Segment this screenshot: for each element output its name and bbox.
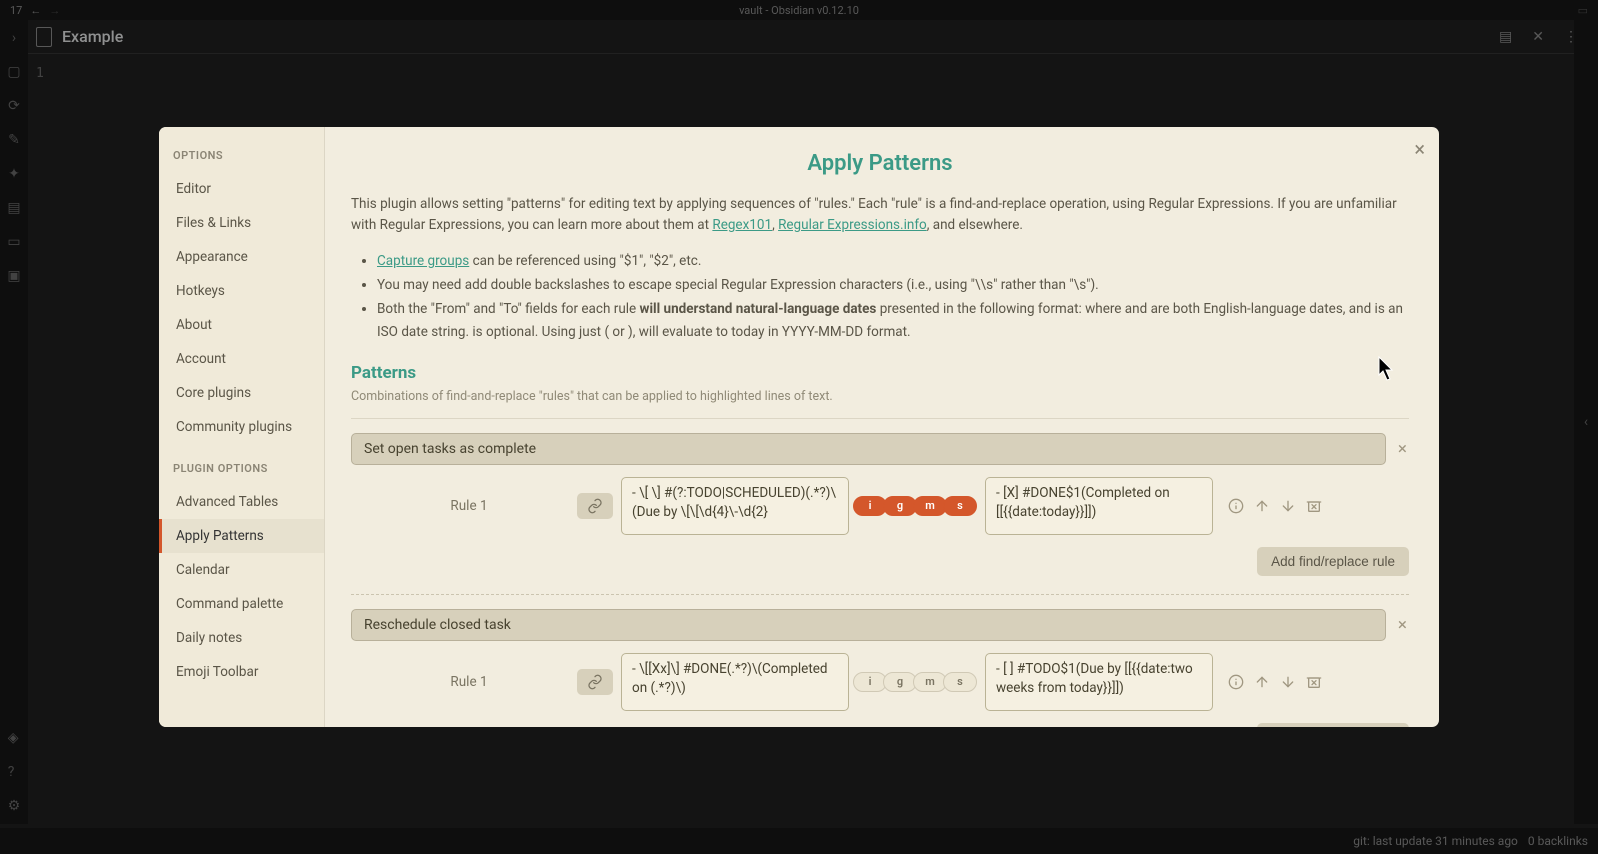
- flag-s[interactable]: s: [943, 496, 977, 516]
- link-icon[interactable]: [577, 493, 613, 519]
- info-item: Capture groups can be referenced using "…: [377, 250, 1409, 272]
- sidebar-item[interactable]: Apply Patterns: [159, 519, 324, 553]
- plugin-title: Apply Patterns: [351, 151, 1409, 176]
- patterns-heading: Patterns: [351, 363, 1409, 383]
- link-regexinfo[interactable]: Regular Expressions.info: [778, 217, 927, 233]
- rule-row: Rule 1 - \[ \] #(?:TODO|SCHEDULED)(.*?)\…: [351, 477, 1409, 535]
- sidebar-item[interactable]: Files & Links: [159, 206, 324, 240]
- sidebar-item[interactable]: Editor: [159, 172, 324, 206]
- rule-from-input[interactable]: - \[[Xx]\] #DONE(.*?)\(Completed on (.*?…: [621, 653, 849, 711]
- intro-text: This plugin allows setting "patterns" fo…: [351, 194, 1409, 236]
- rule-from-input[interactable]: - \[ \] #(?:TODO|SCHEDULED)(.*?)\(Due by…: [621, 477, 849, 535]
- patterns-subtext: Combinations of find-and-replace "rules"…: [351, 389, 1409, 404]
- sidebar-item[interactable]: About: [159, 308, 324, 342]
- flag-i[interactable]: i: [853, 672, 887, 692]
- sidebar-item[interactable]: Daily notes: [159, 621, 324, 655]
- add-rule-button[interactable]: Add find/replace rule: [1257, 547, 1409, 576]
- delete-pattern-icon[interactable]: ×: [1396, 439, 1409, 459]
- pattern-name-input[interactable]: [351, 609, 1386, 641]
- info-icon[interactable]: [1227, 673, 1245, 691]
- flag-m[interactable]: m: [913, 672, 947, 692]
- move-up-icon[interactable]: [1253, 497, 1271, 515]
- regex-flags: igms: [857, 496, 977, 516]
- move-down-icon[interactable]: [1279, 497, 1297, 515]
- regex-flags: igms: [857, 672, 977, 692]
- delete-rule-icon[interactable]: [1305, 673, 1323, 691]
- rule-to-input[interactable]: - [X] #DONE$1(Completed on [[{{date:toda…: [985, 477, 1213, 535]
- flag-i[interactable]: i: [853, 496, 887, 516]
- settings-sidebar: OPTIONS EditorFiles & LinksAppearanceHot…: [159, 127, 325, 727]
- divider: [351, 594, 1409, 595]
- move-up-icon[interactable]: [1253, 673, 1271, 691]
- flag-g[interactable]: g: [883, 496, 917, 516]
- sidebar-heading-options: OPTIONS: [159, 149, 324, 172]
- sidebar-item[interactable]: Community plugins: [159, 410, 324, 444]
- pattern-name-input[interactable]: [351, 433, 1386, 465]
- sidebar-item[interactable]: Command palette: [159, 587, 324, 621]
- rule-label: Rule 1: [369, 498, 569, 514]
- sidebar-item[interactable]: Appearance: [159, 240, 324, 274]
- info-icon[interactable]: [1227, 497, 1245, 515]
- link-icon[interactable]: [577, 669, 613, 695]
- link-capture-groups[interactable]: Capture groups: [377, 253, 469, 269]
- settings-content: Apply Patterns This plugin allows settin…: [325, 127, 1439, 727]
- rule-to-input[interactable]: - [ ] #TODO$1(Due by [[{{date:two weeks …: [985, 653, 1213, 711]
- sidebar-item[interactable]: Core plugins: [159, 376, 324, 410]
- info-item: Both the "From" and "To" fields for each…: [377, 298, 1409, 343]
- flag-s[interactable]: s: [943, 672, 977, 692]
- sidebar-item[interactable]: Emoji Toolbar: [159, 655, 324, 689]
- rule-row: Rule 1 - \[[Xx]\] #DONE(.*?)\(Completed …: [351, 653, 1409, 711]
- move-down-icon[interactable]: [1279, 673, 1297, 691]
- delete-rule-icon[interactable]: [1305, 497, 1323, 515]
- sidebar-item[interactable]: Account: [159, 342, 324, 376]
- link-regex101[interactable]: Regex101: [712, 217, 772, 233]
- sidebar-item[interactable]: Advanced Tables: [159, 485, 324, 519]
- delete-pattern-icon[interactable]: ×: [1396, 615, 1409, 635]
- flag-g[interactable]: g: [883, 672, 917, 692]
- info-item: You may need add double backslashes to e…: [377, 274, 1409, 296]
- settings-modal: × OPTIONS EditorFiles & LinksAppearanceH…: [159, 127, 1439, 727]
- sidebar-item[interactable]: Calendar: [159, 553, 324, 587]
- sidebar-item[interactable]: Hotkeys: [159, 274, 324, 308]
- sidebar-heading-plugin: PLUGIN OPTIONS: [159, 462, 324, 485]
- add-rule-button[interactable]: Add find/replace rule: [1257, 723, 1409, 727]
- info-list: Capture groups can be referenced using "…: [377, 250, 1409, 343]
- flag-m[interactable]: m: [913, 496, 947, 516]
- divider: [351, 418, 1409, 419]
- rule-label: Rule 1: [369, 674, 569, 690]
